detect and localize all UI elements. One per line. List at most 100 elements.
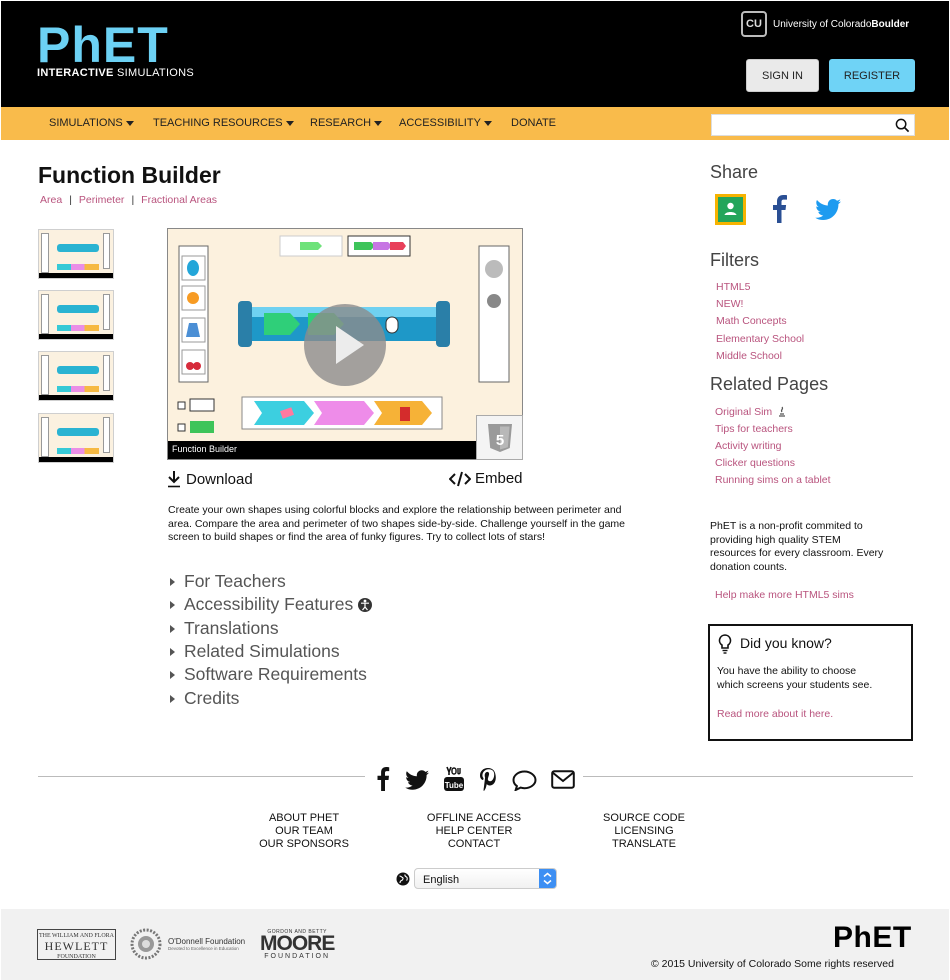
filter-middle-school[interactable]: Middle School [716,350,782,362]
nonprofit-message: PhET is a non-profit commited to providi… [710,520,884,573]
section-label: Software Requirements [184,664,367,684]
twitter-icon[interactable] [405,770,429,790]
related-running-sims-on-tablet[interactable]: Running sims on a tablet [715,474,831,486]
section-software-requirements[interactable]: Software Requirements [170,664,367,685]
language-selected-value: English [423,874,460,886]
phet-footer-logo[interactable]: PhET [833,921,912,955]
pinterest-icon[interactable] [479,768,497,791]
filter-new[interactable]: NEW! [716,298,743,310]
screenshot-thumbnail-2[interactable] [38,290,114,340]
download-icon [168,471,180,488]
triangle-right-icon [170,670,175,679]
thumb-navbar [39,457,113,462]
play-button-icon[interactable] [304,304,386,386]
section-label: Credits [184,688,240,708]
accessibility-icon [358,597,373,612]
thumb-panel [41,417,49,457]
nav-accessibility[interactable]: ACCESSIBILITY [399,117,492,129]
cu-boulder-link[interactable]: CU University of Colorado Boulder [741,11,909,37]
chat-bubble-icon[interactable] [512,770,537,791]
screenshot-thumbnail-3[interactable] [38,351,114,401]
related-tips-for-teachers[interactable]: Tips for teachers [715,423,793,435]
nav-simulations[interactable]: SIMULATIONS [49,117,134,129]
logo-tagline-bold: INTERACTIVE [37,67,114,79]
read-more-link[interactable]: Read more about it here. [717,708,833,720]
nav-donate[interactable]: DONATE [511,117,556,129]
thumb-panel [103,294,110,330]
section-related-simulations[interactable]: Related Simulations [170,641,340,662]
topic-link-area[interactable]: Area [40,194,62,206]
thumb-panel [103,417,110,453]
topic-breadcrumb: Area | Perimeter | Fractional Areas [40,194,217,206]
thumb-builder [57,305,99,313]
related-clicker-questions[interactable]: Clicker questions [715,457,795,469]
footer-link-translate[interactable]: TRANSLATE [594,838,694,851]
footer-link-offline-access[interactable]: OFFLINE ACCESS [418,812,530,825]
search-icon[interactable] [895,118,910,133]
sign-in-button[interactable]: SIGN IN [746,59,819,92]
facebook-icon[interactable] [376,767,390,791]
logo-tagline-rest: SIMULATIONS [113,67,195,79]
section-label: For Teachers [184,571,286,591]
thumb-panel [103,233,110,269]
section-accessibility-features[interactable]: Accessibility Features [170,594,373,615]
embed-link[interactable]: Embed [449,470,523,487]
footer-link-our-team[interactable]: OUR TEAM [250,825,358,838]
caret-down-icon [483,120,492,126]
download-link[interactable]: Download [167,470,253,488]
moore-foundation-logo[interactable]: GORDON AND BETTY MOORE FOUNDATION [260,929,335,961]
thumb-panel [41,294,49,334]
footer-link-our-sponsors[interactable]: OUR SPONSORS [250,838,358,851]
twitter-share-icon[interactable] [815,199,841,220]
section-credits[interactable]: Credits [170,688,239,709]
topic-link-perimeter[interactable]: Perimeter [79,194,125,206]
help-html5-link[interactable]: Help make more HTML5 sims [715,589,854,601]
phet-logo[interactable]: PhET INTERACTIVE SIMULATIONS [37,20,195,79]
facebook-share-icon[interactable] [771,195,787,223]
thumb-navbar [39,273,113,278]
footer-link-source-code[interactable]: SOURCE CODE [594,812,694,825]
nav-teaching-resources-label: TEACHING RESOURCES [153,117,283,129]
odonnell-foundation-logo[interactable]: O'Donnell Foundation Devoted to Excellen… [130,928,245,960]
footer-divider [583,776,913,777]
youtube-icon[interactable]: Tube [443,766,465,792]
language-select[interactable]: English [414,868,557,889]
caret-down-icon [125,120,134,126]
filter-html5[interactable]: HTML5 [716,281,750,293]
footer-link-about-phet[interactable]: ABOUT PHET [250,812,358,825]
footer-column-1: ABOUT PHET OUR TEAM OUR SPONSORS [250,812,358,851]
thumb-builder [57,366,99,374]
filter-math-concepts[interactable]: Math Concepts [716,315,787,327]
topic-link-fractional-areas[interactable]: Fractional Areas [141,194,217,206]
thumb-cards [57,386,99,392]
copyright-text: © 2015 University of Colorado Some right… [651,958,894,970]
code-icon [449,471,471,486]
related-activity-writing[interactable]: Activity writing [715,440,782,452]
section-label: Related Simulations [184,641,340,661]
sim-preview[interactable]: Function Builder [167,228,523,460]
breadcrumb-separator: | [131,194,135,206]
nav-research[interactable]: RESEARCH [310,117,383,129]
odonnell-name: O'Donnell Foundation [168,937,246,946]
register-button[interactable]: REGISTER [829,59,915,92]
moore-bottom-text: FOUNDATION [264,953,331,960]
search-input[interactable] [711,114,915,136]
related-original-sim[interactable]: Original Sim [715,406,787,418]
did-you-know-text: You have the ability to choose which scr… [717,665,873,691]
google-classroom-icon[interactable] [715,194,746,225]
site-header: PhET INTERACTIVE SIMULATIONS CU Universi… [1,1,949,107]
nav-teaching-resources[interactable]: TEACHING RESOURCES [153,117,294,129]
email-icon[interactable] [551,770,575,789]
section-translations[interactable]: Translations [170,618,279,639]
footer-link-contact[interactable]: CONTACT [418,838,530,851]
footer-column-3: SOURCE CODE LICENSING TRANSLATE [594,812,694,851]
footer-link-licensing[interactable]: LICENSING [594,825,694,838]
screenshot-thumbnail-4[interactable] [38,413,114,463]
hewlett-foundation-logo[interactable]: THE WILLIAM AND FLORA HEWLETT FOUNDATION [37,929,116,960]
sim-description: Create your own shapes using colorful bl… [168,504,626,544]
filter-elementary-school[interactable]: Elementary School [716,333,804,345]
footer-link-help-center[interactable]: HELP CENTER [418,825,530,838]
embed-label: Embed [475,470,523,487]
section-for-teachers[interactable]: For Teachers [170,571,286,592]
screenshot-thumbnail-1[interactable] [38,229,114,279]
